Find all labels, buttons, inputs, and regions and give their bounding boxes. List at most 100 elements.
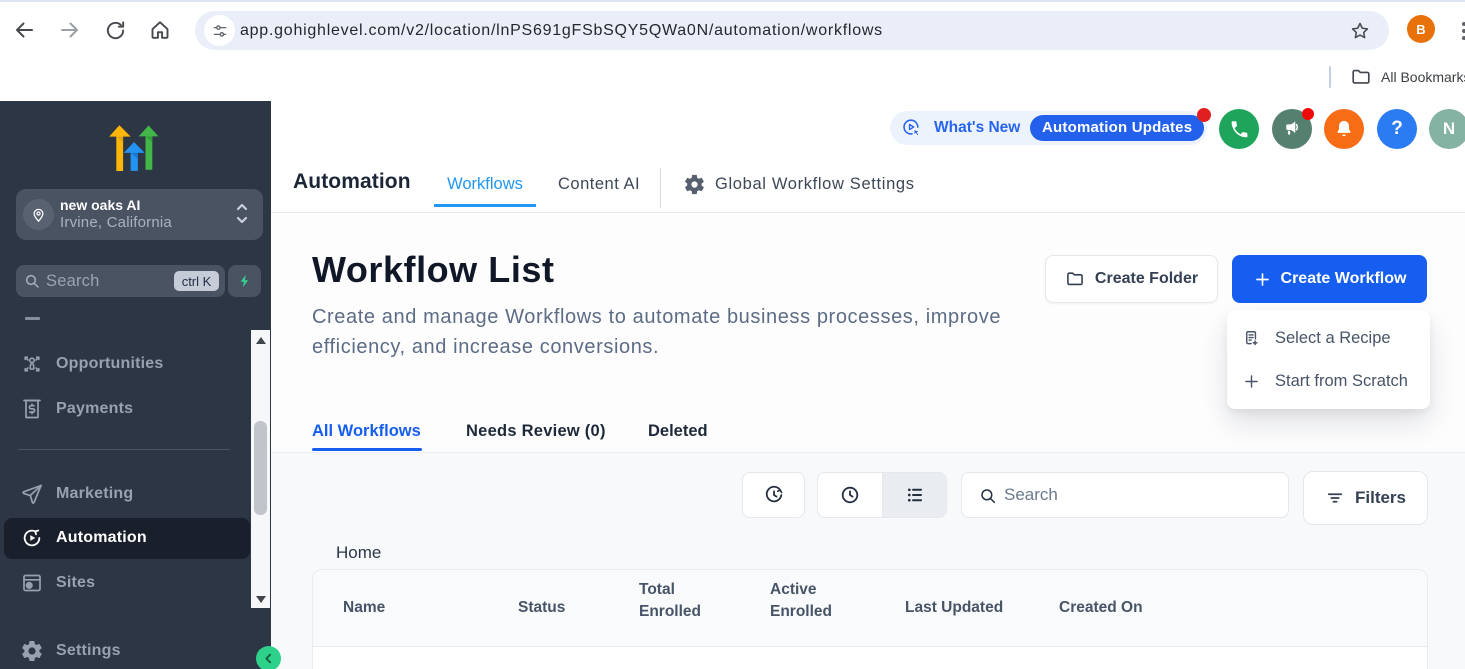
home-icon [148,18,172,42]
tab-workflows[interactable]: Workflows [434,165,536,204]
plus-icon [1242,372,1261,391]
tab-deleted[interactable]: Deleted [648,420,708,442]
breadcrumb-home[interactable]: Home [336,543,381,563]
create-workflow-menu: Select a Recipe Start from Scratch [1227,310,1430,409]
description-line-2: efficiency, and increase conversions. [312,333,1001,363]
account-name: new oaks AI [60,197,140,213]
column-header-status[interactable]: Status [518,599,565,617]
menu-item-select-recipe[interactable]: Select a Recipe [1227,317,1430,359]
column-header-last-updated[interactable]: Last Updated [905,599,1003,617]
bell-icon [1333,118,1355,140]
description-line-1: Create and manage Workflows to automate … [312,303,1001,333]
settings-gear-icon [20,639,44,663]
workflow-list-description: Create and manage Workflows to automate … [312,303,1001,362]
screen: app.gohighlevel.com/v2/location/lnPS691g… [0,0,1465,669]
help-question-icon: ? [1391,118,1403,140]
sidebar-scrollbar[interactable] [251,330,270,608]
main-content: What's New Automation Updates [271,101,1465,669]
gear-icon [683,173,706,196]
workflow-list-header: Workflow List Create and manage Workflow… [271,213,1465,453]
create-workflow-label: Create Workflow [1281,270,1407,288]
search-shortcut-badge: ctrl K [174,271,219,291]
quick-actions-button[interactable] [228,265,261,297]
execution-logs-button[interactable] [742,472,805,518]
sidebar-collapse-button[interactable] [256,646,281,669]
announcements-button[interactable] [1272,109,1312,149]
workflow-list-body: Search Filters Home Name Status Total En… [271,453,1465,669]
sidebar-item-payments[interactable]: Payments [0,393,250,425]
workflow-search-input[interactable]: Search [961,472,1289,518]
global-workflow-settings-label: Global Workflow Settings [715,175,915,194]
list-icon [903,483,927,507]
scrollbar-up-arrow-icon[interactable] [256,337,266,344]
tune-icon [211,22,229,40]
sidebar-item-opportunities[interactable]: Opportunities [0,348,250,380]
search-icon [24,273,40,289]
workflow-list-title: Workflow List [312,249,555,291]
whats-new-label: What's New [934,111,1020,145]
automation-updates-badge[interactable]: Automation Updates [1030,115,1204,141]
reload-icon [104,19,127,42]
announcements-notification-dot [1302,108,1314,120]
sidebar-item-automation[interactable]: Automation [0,522,250,554]
sidebar-item-settings[interactable]: Settings [0,635,250,667]
url-bar[interactable]: app.gohighlevel.com/v2/location/lnPS691g… [195,11,1389,50]
browser-profile-avatar[interactable]: B [1407,15,1435,43]
menu-item-start-from-scratch[interactable]: Start from Scratch [1227,360,1430,402]
opportunities-icon [20,352,44,376]
sidebar-search-input[interactable]: Search ctrl K [16,265,225,297]
tab-all-workflows[interactable]: All Workflows [312,420,421,442]
whats-new-pill[interactable]: What's New Automation Updates [890,111,1207,145]
view-toggle [817,472,947,518]
global-workflow-settings-button[interactable]: Global Workflow Settings [683,165,915,204]
scrollbar-down-arrow-icon[interactable] [256,596,266,603]
sidebar-search-placeholder: Search [46,265,99,297]
user-avatar[interactable]: N [1429,109,1465,149]
gohighlevel-logo [108,124,163,170]
column-header-created-on[interactable]: Created On [1059,599,1143,617]
window-top-strip [0,0,1465,2]
notifications-button[interactable] [1324,109,1364,149]
all-bookmarks-button[interactable]: All Bookmarks [1381,56,1465,101]
browser-reload-button[interactable] [102,17,128,43]
browser-chrome: app.gohighlevel.com/v2/location/lnPS691g… [0,0,1465,101]
sidebar-item-sites[interactable]: Sites [0,567,250,599]
lightning-icon [237,273,253,289]
list-view-button[interactable] [882,473,946,517]
search-icon [979,487,997,505]
account-switcher[interactable]: new oaks AI Irvine, California [16,189,263,240]
megaphone-icon [1281,118,1303,140]
sidebar-item-marketing[interactable]: Marketing [0,478,250,510]
chevron-left-icon [262,652,275,665]
recent-view-button[interactable] [818,473,882,517]
phone-button[interactable] [1219,109,1259,149]
bookmark-star-button[interactable] [1349,20,1371,42]
bookmarks-divider [1329,66,1331,88]
column-header-active-enrolled[interactable]: Active Enrolled [770,579,846,622]
browser-back-button[interactable] [11,17,37,43]
column-header-name[interactable]: Name [343,599,385,617]
tab-content-ai[interactable]: Content AI [558,165,640,204]
filters-button[interactable]: Filters [1303,471,1428,525]
site-info-button[interactable] [204,15,235,46]
bookmarks-bar: All Bookmarks [0,56,1465,101]
column-header-total-enrolled[interactable]: Total Enrolled [639,579,715,622]
browser-home-button[interactable] [147,17,173,43]
create-workflow-button[interactable]: Create Workflow [1232,255,1427,303]
forward-arrow-icon [58,18,82,42]
browser-forward-button[interactable] [57,17,83,43]
page-title: Automation [293,170,411,194]
help-button[interactable]: ? [1377,109,1417,149]
create-folder-button[interactable]: Create Folder [1045,255,1218,303]
location-pin-icon [23,199,54,230]
tab-needs-review[interactable]: Needs Review (0) [466,420,606,442]
sidebar-divider [18,449,230,450]
star-icon [1349,20,1371,42]
scrollbar-thumb[interactable] [254,421,267,515]
url-text: app.gohighlevel.com/v2/location/lnPS691g… [240,11,883,50]
menu-item-select-recipe-label: Select a Recipe [1275,329,1391,348]
sites-icon [20,571,44,595]
filters-label: Filters [1355,488,1406,508]
back-arrow-icon [12,18,36,42]
workflow-search-placeholder: Search [1004,473,1058,517]
